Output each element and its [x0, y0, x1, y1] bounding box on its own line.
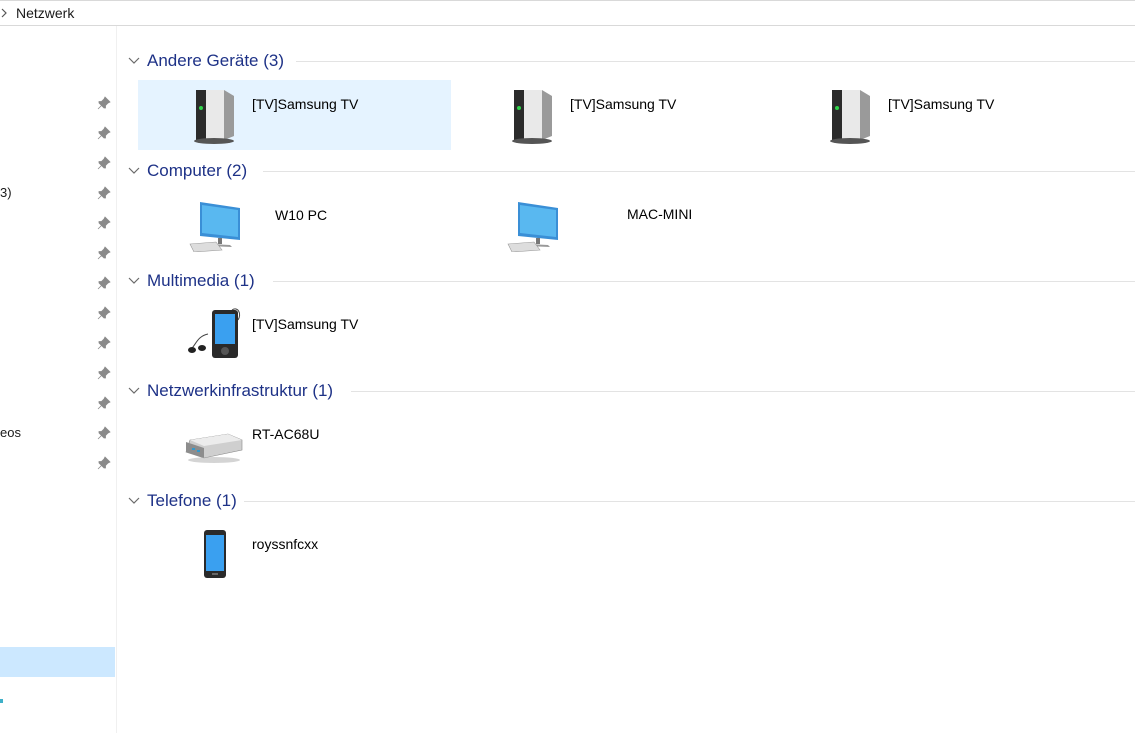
- pin-icon[interactable]: [97, 246, 111, 260]
- pin-icon[interactable]: [97, 126, 111, 140]
- group-title: Telefone (1): [147, 491, 237, 510]
- group-header-andere-geraete[interactable]: Andere Geräte (3): [128, 51, 1135, 73]
- device-label: W10 PC: [275, 207, 328, 223]
- address-bar[interactable]: Netzwerk: [0, 0, 1135, 26]
- device-label: RT-AC68U: [252, 426, 320, 442]
- pin-icon[interactable]: [97, 366, 111, 380]
- device-label: royssnfcxx: [252, 536, 319, 552]
- group-title: Multimedia (1): [147, 271, 255, 290]
- pin-icon[interactable]: [97, 276, 111, 290]
- server-icon: [194, 90, 234, 144]
- chevron-down-icon[interactable]: [128, 386, 140, 396]
- pin-icon[interactable]: [97, 336, 111, 350]
- nav-indicator: [0, 699, 3, 703]
- pin-icon[interactable]: [97, 426, 111, 440]
- computer-icon: [189, 202, 240, 252]
- device-tile[interactable]: [TV]Samsung TV: [138, 300, 451, 370]
- pin-icon[interactable]: [97, 156, 111, 170]
- media-player-icon: [188, 308, 241, 358]
- nav-item-label[interactable]: eos: [0, 425, 21, 440]
- pin-icon[interactable]: [97, 306, 111, 320]
- phone-icon: [204, 530, 226, 578]
- group-title: Computer (2): [147, 161, 248, 180]
- pin-icon[interactable]: [97, 96, 111, 110]
- device-tile[interactable]: [TV]Samsung TV: [774, 80, 1087, 150]
- group-header-computer[interactable]: Computer (2): [128, 161, 1135, 183]
- computer-icon: [507, 202, 558, 252]
- server-icon: [512, 90, 552, 144]
- group-divider: [273, 281, 1135, 282]
- group-header-netzwerkinfrastruktur[interactable]: Netzwerkinfrastruktur (1): [128, 381, 1135, 403]
- device-tile[interactable]: MAC-MINI: [456, 190, 769, 260]
- pin-icon[interactable]: [97, 456, 111, 470]
- chevron-down-icon[interactable]: [128, 166, 140, 176]
- group-divider: [296, 61, 1135, 62]
- group-divider: [351, 391, 1135, 392]
- device-label: MAC-MINI: [627, 206, 693, 222]
- group-divider: [244, 501, 1135, 502]
- pin-icon[interactable]: [97, 396, 111, 410]
- device-tile[interactable]: W10 PC: [138, 190, 451, 260]
- nav-item-selected[interactable]: [0, 647, 115, 677]
- chevron-down-icon[interactable]: [128, 276, 140, 286]
- device-label: [TV]Samsung TV: [888, 96, 995, 112]
- group-header-multimedia[interactable]: Multimedia (1): [128, 271, 1135, 293]
- group-title: Netzwerkinfrastruktur (1): [147, 381, 334, 400]
- chevron-right-icon[interactable]: [0, 7, 10, 19]
- group-header-telefone[interactable]: Telefone (1): [128, 491, 1135, 513]
- device-label: [TV]Samsung TV: [570, 96, 677, 112]
- router-icon: [185, 433, 243, 463]
- pin-icon[interactable]: [97, 186, 111, 200]
- chevron-down-icon[interactable]: [128, 56, 140, 66]
- device-tile[interactable]: RT-AC68U: [138, 410, 451, 480]
- nav-item-label[interactable]: 3): [0, 185, 12, 200]
- device-label: [TV]Samsung TV: [252, 316, 359, 332]
- device-tile[interactable]: [TV]Samsung TV: [456, 80, 769, 150]
- navigation-pane[interactable]: 3) eos: [0, 26, 117, 733]
- group-divider: [263, 171, 1135, 172]
- group-title: Andere Geräte (3): [147, 51, 285, 70]
- device-label: [TV]Samsung TV: [252, 96, 359, 112]
- pin-icon[interactable]: [97, 216, 111, 230]
- server-icon: [830, 90, 870, 144]
- device-tile[interactable]: royssnfcxx: [138, 520, 451, 590]
- chevron-down-icon[interactable]: [128, 496, 140, 506]
- device-tile[interactable]: [TV]Samsung TV: [138, 80, 451, 150]
- breadcrumb[interactable]: Netzwerk: [16, 5, 74, 21]
